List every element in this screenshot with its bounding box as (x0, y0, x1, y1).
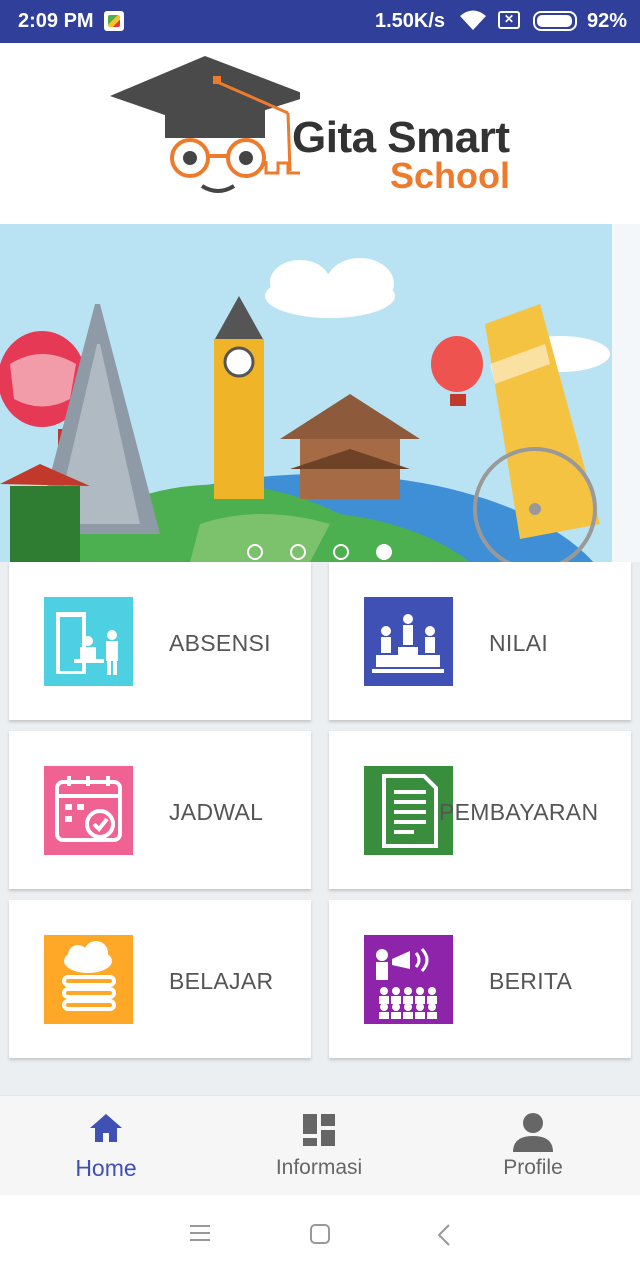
menu-card-berita[interactable]: BERITA (329, 900, 631, 1058)
network-speed: 1.50K/s (375, 10, 446, 32)
calendar-check-icon (44, 766, 133, 855)
nav-label-profile: Profile (503, 1156, 563, 1179)
logo-title-line2: School (390, 155, 511, 196)
back-icon[interactable] (436, 1223, 452, 1247)
carousel-indicator (0, 544, 612, 562)
podium-ranking-icon (364, 597, 453, 686)
no-sim-icon: ✕ (498, 11, 520, 29)
battery-icon (533, 11, 577, 31)
banner-carousel[interactable] (0, 224, 612, 562)
carousel-dot[interactable] (290, 544, 306, 560)
battery-percent: 92% (587, 10, 628, 32)
menu-label: ABSENSI (169, 630, 271, 656)
menu-card-jadwal[interactable]: JADWAL (9, 731, 311, 889)
dashboard-grid-icon (303, 1114, 335, 1146)
nav-label-home: Home (75, 1155, 137, 1181)
menu-label: JADWAL (169, 799, 264, 825)
menu-label: NILAI (489, 630, 549, 656)
home-icon (90, 1114, 122, 1142)
menu-card-belajar[interactable]: BELAJAR (9, 900, 311, 1058)
next-slide-peek (612, 224, 640, 562)
menu-label: BELAJAR (169, 968, 274, 994)
graduation-cap-owl-logo-icon (110, 56, 300, 193)
carousel-dot[interactable] (247, 544, 263, 560)
menu-grid: ABSENSI NILAI JADWAL PEMBAYARAN BELAJAR … (0, 562, 640, 1095)
menu-card-nilai[interactable]: NILAI (329, 562, 631, 720)
nav-item-informasi[interactable]: Informasi (219, 1096, 419, 1196)
wifi-icon (458, 8, 488, 38)
menu-label: PEMBAYARAN (439, 799, 599, 825)
maps-notification-icon (104, 11, 124, 31)
menu-icon[interactable] (189, 1223, 211, 1243)
menu-card-absensi[interactable]: ABSENSI (9, 562, 311, 720)
status-time: 2:09 PM (18, 10, 94, 32)
nav-label-informasi: Informasi (275, 1156, 363, 1179)
status-bar: 2:09 PM 1.50K/s ✕ 92% (0, 0, 640, 43)
person-icon (513, 1113, 553, 1152)
announcement-megaphone-icon (364, 935, 453, 1024)
nav-item-profile[interactable]: Profile (433, 1096, 633, 1196)
menu-card-pembayaran[interactable]: PEMBAYARAN (329, 731, 631, 889)
carousel-dot[interactable] (376, 544, 392, 560)
bottom-navigation: Home Informasi Profile (0, 1095, 640, 1196)
menu-label: BERITA (489, 968, 573, 994)
home-square-icon[interactable] (309, 1223, 331, 1245)
nav-item-home[interactable]: Home (6, 1096, 206, 1196)
attendance-door-icon (44, 597, 133, 686)
app-logo-header: Gita Smart School (0, 43, 640, 224)
books-cloud-icon (44, 935, 133, 1024)
world-landmarks-illustration (0, 224, 612, 562)
system-navigation-bar (0, 1195, 640, 1280)
carousel-dot[interactable] (333, 544, 349, 560)
